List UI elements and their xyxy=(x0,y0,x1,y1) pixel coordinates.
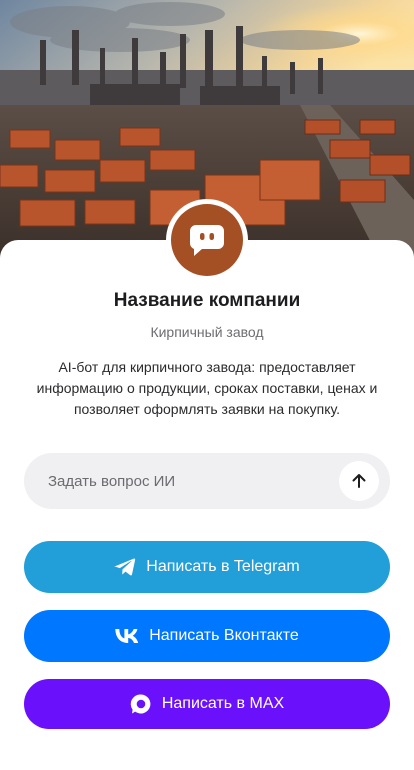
ask-ai-field xyxy=(24,453,390,509)
arrow-up-icon xyxy=(352,474,366,488)
avatar xyxy=(171,204,243,276)
telegram-button[interactable]: Написать в Telegram xyxy=(24,541,390,593)
vk-button[interactable]: Написать Вконтакте xyxy=(24,610,390,662)
company-description: AI-бот для кирпичного завода: предоставл… xyxy=(36,359,378,417)
max-icon xyxy=(130,693,152,715)
max-button[interactable]: Написать в MAX xyxy=(24,679,390,729)
max-button-label: Написать в MAX xyxy=(161,695,285,712)
company-subtitle: Кирпичный завод xyxy=(150,324,264,340)
chat-bot-icon xyxy=(189,225,224,256)
vk-button-label: Написать Вконтакте xyxy=(149,627,299,644)
send-button[interactable] xyxy=(339,461,379,501)
telegram-button-label: Написать в Telegram xyxy=(146,558,300,575)
ask-ai-input[interactable] xyxy=(24,453,334,509)
vk-icon xyxy=(115,629,139,643)
company-avatar xyxy=(166,199,248,281)
company-name: Название компании xyxy=(113,290,301,311)
telegram-icon xyxy=(114,557,136,577)
